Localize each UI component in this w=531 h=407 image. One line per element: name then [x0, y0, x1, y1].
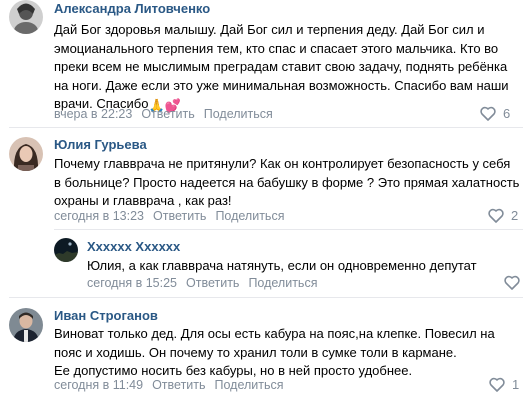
reply-button[interactable]: Ответить — [186, 276, 239, 290]
comment-meta: сегодня в 13:23 Ответить Поделиться — [54, 209, 284, 223]
avatar[interactable] — [9, 0, 43, 34]
like-button[interactable]: 1 — [489, 377, 519, 392]
share-button[interactable]: Поделиться — [204, 107, 273, 121]
comment-meta: сегодня в 15:25 Ответить Поделиться — [87, 276, 317, 290]
comment-text: Юлия, а как главврача натянуть, если он … — [87, 258, 477, 273]
share-button[interactable]: Поделиться — [248, 276, 317, 290]
divider — [54, 229, 523, 230]
comment-date[interactable]: сегодня в 13:23 — [54, 209, 144, 223]
share-button[interactable]: Поделиться — [215, 209, 284, 223]
share-button[interactable]: Поделиться — [215, 378, 284, 392]
reply-button[interactable]: Ответить — [152, 378, 205, 392]
comment-author[interactable]: Xxxxxx Xxxxxx — [87, 239, 180, 254]
comment-text: Виноват только дед. Для осы есть кабура … — [54, 326, 495, 379]
comment-author[interactable]: Иван Строганов — [54, 308, 158, 323]
divider — [9, 297, 523, 298]
comment-date[interactable]: вчера в 22:23 — [54, 107, 132, 121]
avatar[interactable] — [9, 137, 43, 171]
like-button[interactable]: 2 — [488, 208, 518, 223]
comment-text: Дай Бог здоровья малышу. Дай Бог сил и т… — [54, 21, 509, 116]
comment-date[interactable]: сегодня в 11:49 — [54, 378, 143, 392]
heart-icon — [504, 275, 520, 290]
avatar[interactable] — [54, 238, 78, 262]
comment-author[interactable]: Юлия Гурьева — [54, 137, 147, 152]
divider — [9, 127, 523, 128]
comment-meta: вчера в 22:23 Ответить Поделиться — [54, 107, 273, 121]
avatar[interactable] — [9, 308, 43, 342]
like-count: 1 — [512, 377, 520, 392]
like-button[interactable] — [504, 275, 520, 290]
comment-date[interactable]: сегодня в 15:25 — [87, 276, 177, 290]
comment-text: Почему главврача не притянули? Как он ко… — [54, 156, 520, 209]
comment-author[interactable]: Александра Литовченко — [54, 1, 210, 16]
like-count: 2 — [511, 208, 519, 223]
like-button[interactable]: 6 — [480, 106, 510, 121]
reply-button[interactable]: Ответить — [153, 209, 206, 223]
reply-button[interactable]: Ответить — [141, 107, 194, 121]
heart-icon — [488, 208, 504, 223]
comment-meta: сегодня в 11:49 Ответить Поделиться — [54, 378, 284, 392]
heart-icon — [480, 106, 496, 121]
heart-icon — [489, 377, 505, 392]
like-count: 6 — [503, 106, 511, 121]
